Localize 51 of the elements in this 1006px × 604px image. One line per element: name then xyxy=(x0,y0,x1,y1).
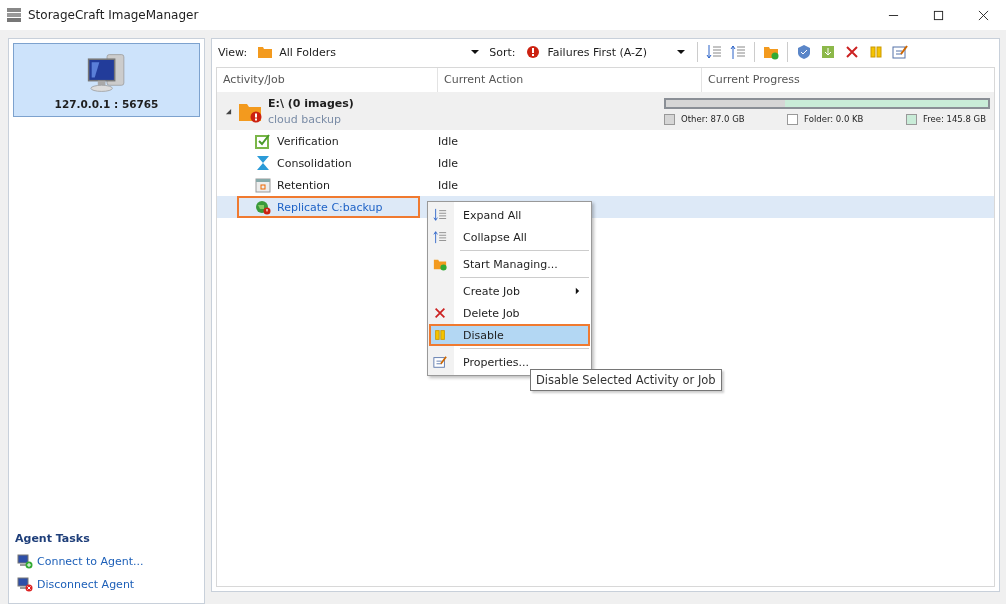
view-dropdown[interactable]: All Folders xyxy=(257,42,486,62)
menu-item[interactable]: Collapse All xyxy=(429,226,590,248)
job-action: Idle xyxy=(438,134,459,148)
folder-description: cloud backup xyxy=(268,112,343,126)
calendar-icon xyxy=(255,177,271,193)
legend-label: Folder: 0.0 KB xyxy=(804,114,864,124)
dropdown-arrow-icon xyxy=(677,50,686,54)
menu-item[interactable]: Create Job xyxy=(429,280,590,302)
menu-item[interactable]: Delete Job xyxy=(429,302,590,324)
job-row[interactable]: Retention Idle xyxy=(217,174,994,196)
pause-icon xyxy=(433,328,447,342)
sort-label: Sort: xyxy=(489,45,516,59)
hourglass-icon xyxy=(255,155,271,171)
job-row[interactable]: Verification Idle xyxy=(217,130,994,152)
folder-plus-icon xyxy=(433,257,447,271)
sort-dropdown[interactable]: Failures First (A-Z) xyxy=(525,42,692,62)
computer-x-icon xyxy=(17,576,33,592)
agent-address: 127.0.0.1 : 56765 xyxy=(54,98,159,110)
collapse-all-icon xyxy=(433,230,447,244)
dropdown-arrow-icon xyxy=(471,50,480,54)
expand-all-icon xyxy=(433,208,447,222)
menu-item[interactable]: Disable xyxy=(429,324,590,346)
error-icon xyxy=(525,44,542,60)
column-header[interactable]: Current Progress xyxy=(702,68,994,92)
agent-task-link[interactable]: Disconnect Agent xyxy=(37,577,135,591)
window-title: StorageCraft ImageManager xyxy=(28,8,199,22)
job-name: Replicate C:backup xyxy=(277,200,383,214)
agent-tile[interactable]: 127.0.0.1 : 56765 xyxy=(13,43,200,117)
agent-tasks-heading: Agent Tasks xyxy=(15,532,91,545)
computer-plus-icon xyxy=(17,553,33,569)
job-row[interactable]: Consolidation Idle xyxy=(217,152,994,174)
agent-task-link[interactable]: Connect to Agent... xyxy=(37,554,144,568)
legend-label: Free: 145.8 GB xyxy=(922,114,986,124)
job-action: Idle xyxy=(438,178,459,192)
view-label: View: xyxy=(218,45,248,59)
menu-item[interactable]: Start Managing... xyxy=(429,253,590,275)
job-name: Verification xyxy=(277,134,339,148)
tooltip: Disable Selected Activity or Job xyxy=(530,369,722,391)
job-name: Consolidation xyxy=(277,156,352,170)
folder-row[interactable]: E:\ (0 images) cloud backup Other: 87.0 GB Folder: 0.0 KB Free: 145.8 GB xyxy=(217,92,994,130)
folder-name: E:\ (0 images) xyxy=(268,96,354,110)
legend-label: Other: 87.0 GB xyxy=(681,114,745,124)
delete-icon xyxy=(433,306,447,320)
server-icon xyxy=(6,7,22,23)
globe-icon xyxy=(255,199,271,215)
job-name: Retention xyxy=(277,178,331,192)
expander-icon[interactable] xyxy=(225,107,232,115)
properties-icon xyxy=(433,355,447,369)
checkmark-icon xyxy=(255,133,271,149)
folder-icon xyxy=(257,44,274,60)
job-action: Idle xyxy=(438,156,459,170)
